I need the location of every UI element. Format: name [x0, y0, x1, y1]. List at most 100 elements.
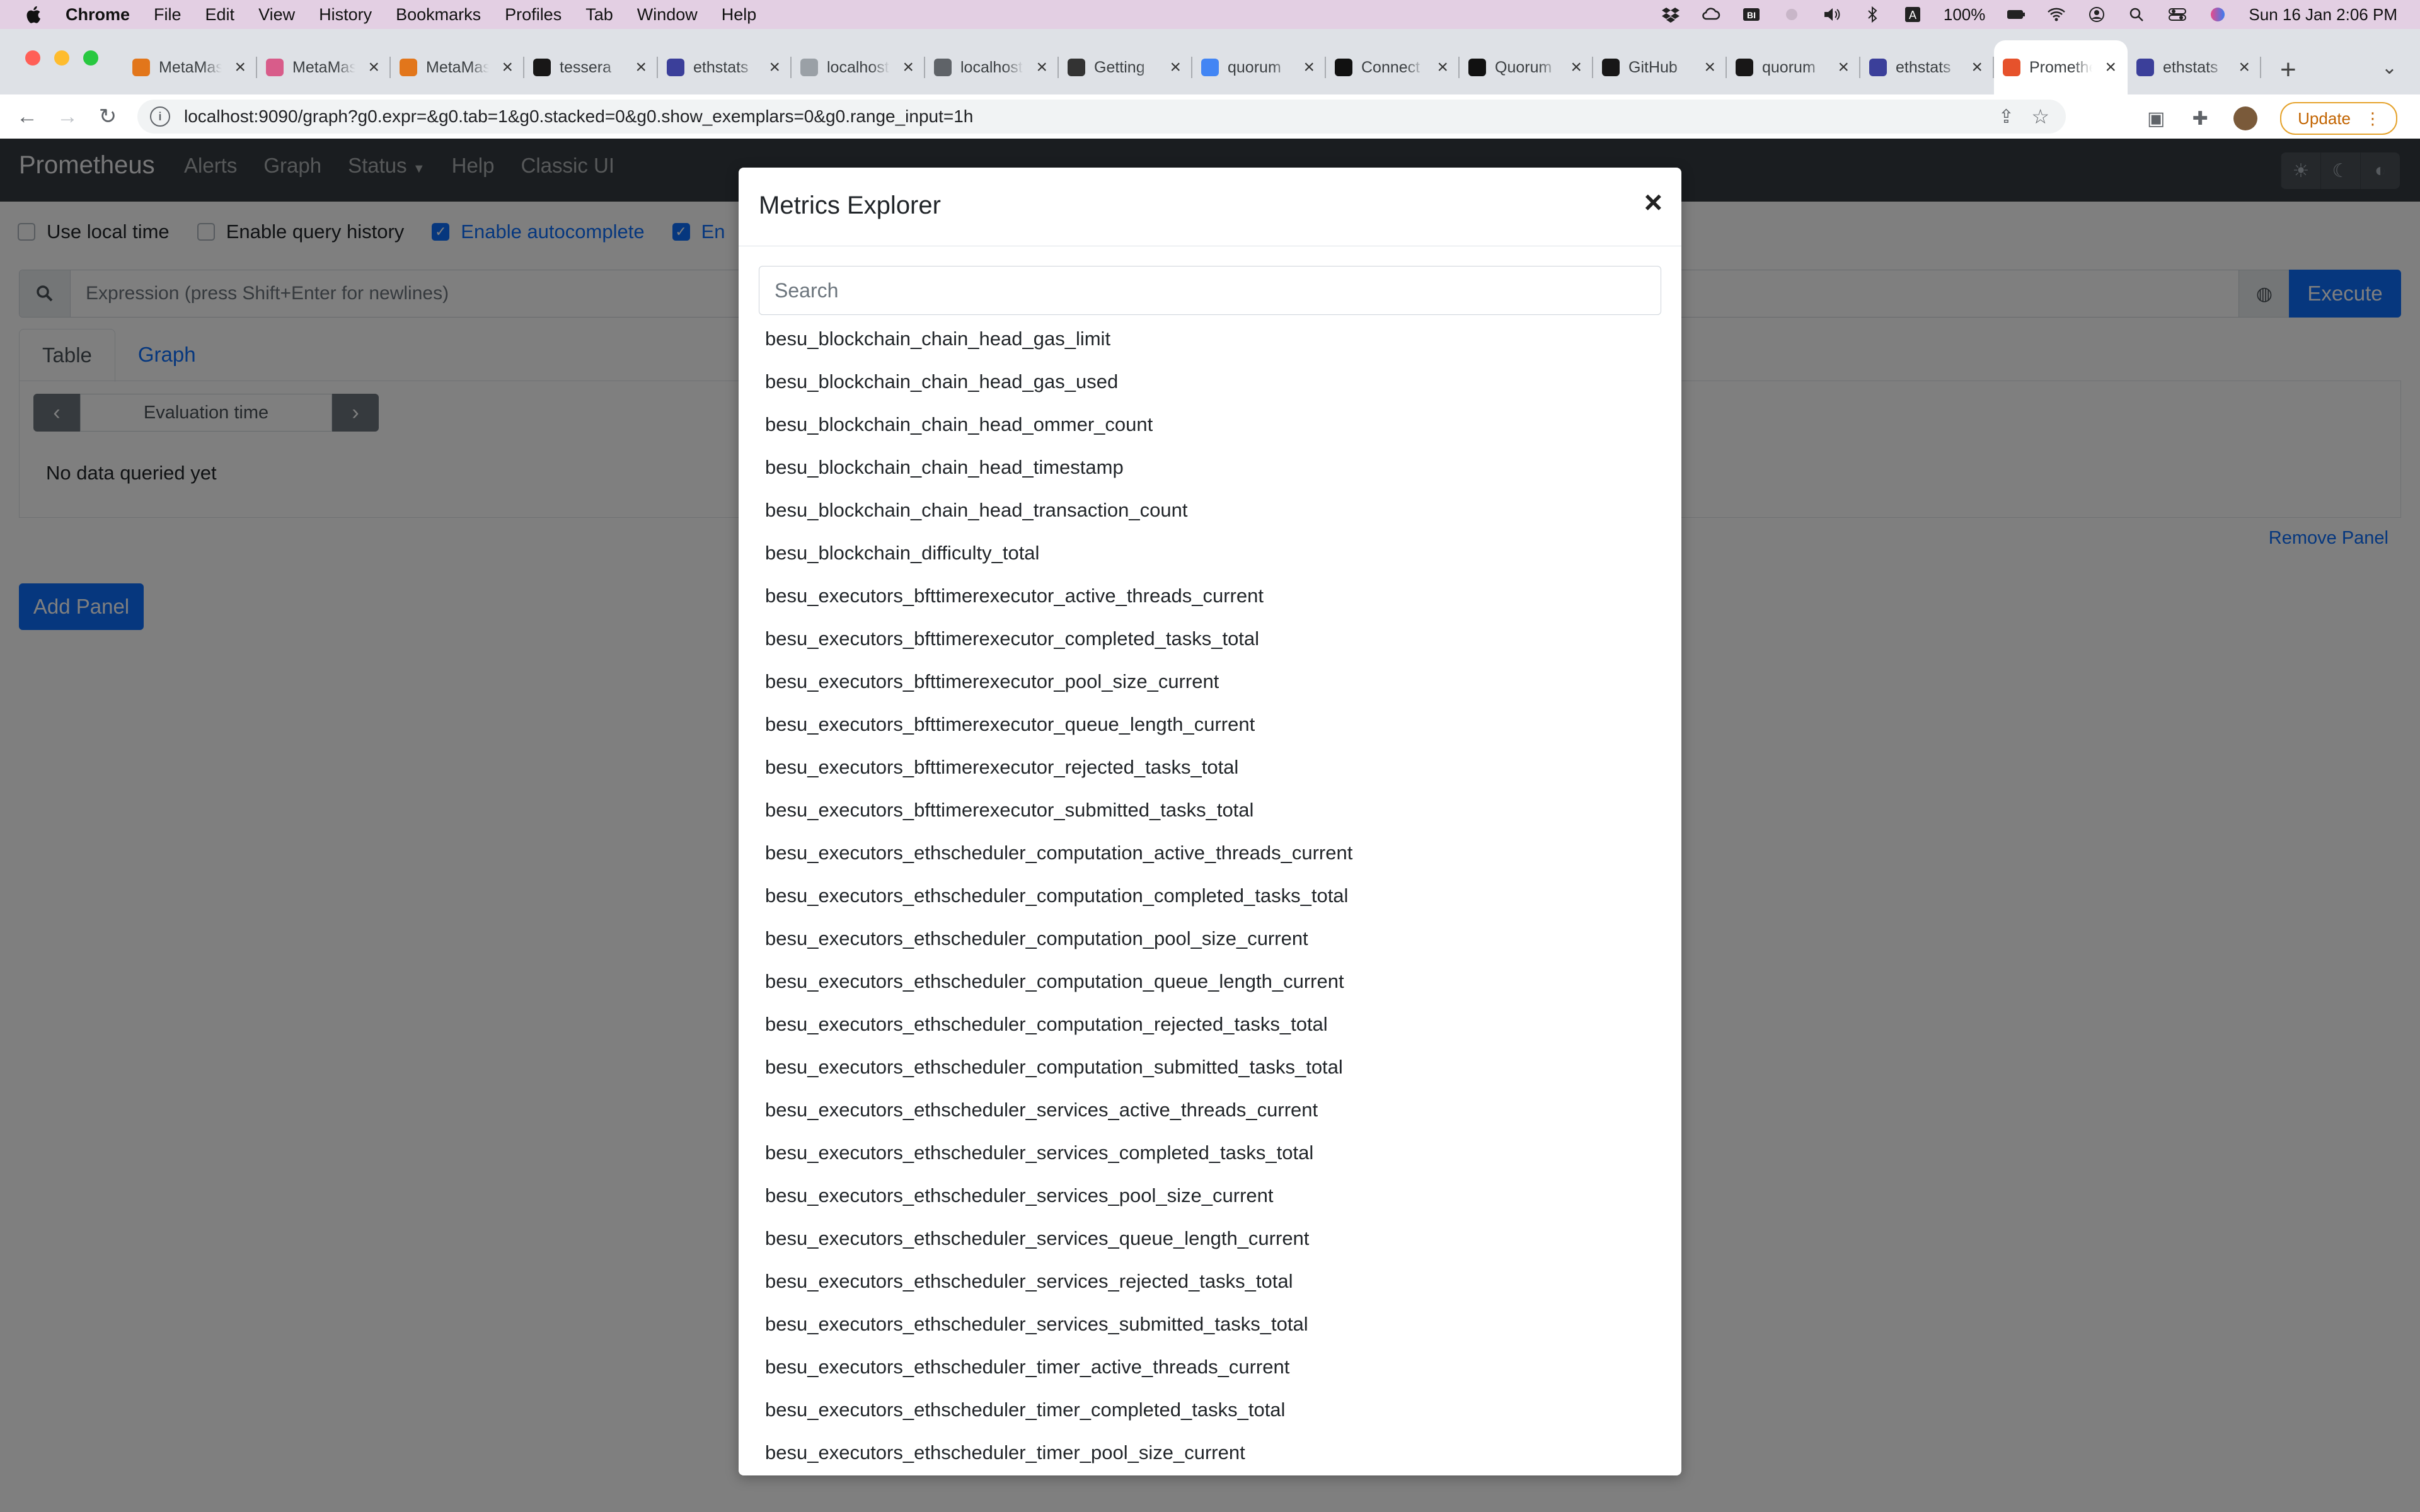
volume-icon[interactable] — [1823, 6, 1841, 23]
cloud-gear-icon[interactable] — [1702, 6, 1720, 23]
share-icon[interactable]: ⇪ — [1998, 106, 2014, 128]
browser-tab[interactable]: ethstats × — [2128, 40, 2261, 94]
menu-window[interactable]: Window — [637, 5, 698, 25]
keyboard-a-icon[interactable]: A — [1903, 6, 1922, 23]
site-info-icon[interactable]: i — [150, 106, 170, 127]
tab-close-icon[interactable]: × — [769, 57, 780, 78]
close-icon[interactable]: × — [1644, 186, 1662, 218]
tab-close-icon[interactable]: × — [2238, 57, 2250, 78]
metric-list-item[interactable]: besu_executors_bfttimerexecutor_active_t… — [765, 575, 1660, 617]
metric-list-item[interactable]: besu_blockchain_difficulty_total — [765, 532, 1660, 575]
browser-tab[interactable]: MetaMask × — [124, 40, 257, 94]
back-arrow-icon[interactable]: ← — [13, 102, 42, 131]
metrics-search-input[interactable] — [759, 266, 1661, 315]
tab-close-icon[interactable]: × — [368, 57, 379, 78]
metric-list-item[interactable]: besu_executors_ethscheduler_computation_… — [765, 917, 1660, 960]
metric-list-item[interactable]: besu_executors_bfttimerexecutor_submitte… — [765, 789, 1660, 832]
metric-list-item[interactable]: besu_executors_ethscheduler_services_que… — [765, 1217, 1660, 1260]
user-account-icon[interactable] — [2087, 6, 2106, 23]
zoom-window-button[interactable] — [83, 50, 98, 66]
forward-arrow-icon[interactable]: → — [53, 102, 82, 131]
metric-list-item[interactable]: besu_executors_bfttimerexecutor_complete… — [765, 617, 1660, 660]
menu-tab[interactable]: Tab — [585, 5, 613, 25]
spotlight-search-icon[interactable] — [2128, 6, 2146, 23]
browser-tab[interactable]: quorum × — [1727, 40, 1860, 94]
tab-close-icon[interactable]: × — [1170, 57, 1181, 78]
bookmark-star-icon[interactable]: ☆ — [2031, 105, 2049, 129]
tab-close-icon[interactable]: × — [502, 57, 513, 78]
extensions-puzzle-icon[interactable]: ✚ — [2189, 108, 2211, 129]
bi-icon[interactable]: BI — [1742, 6, 1761, 23]
metric-list-item[interactable]: besu_blockchain_chain_head_transaction_c… — [765, 489, 1660, 532]
metric-list-item[interactable]: besu_executors_ethscheduler_computation_… — [765, 874, 1660, 917]
reload-icon[interactable]: ↻ — [93, 102, 122, 131]
browser-tab[interactable]: tessera × — [524, 40, 658, 94]
profile-avatar[interactable] — [2233, 106, 2258, 130]
menu-bar-clock[interactable]: Sun 16 Jan 2:06 PM — [2249, 5, 2397, 25]
metric-list-item[interactable]: besu_executors_ethscheduler_computation_… — [765, 832, 1660, 874]
toggle-dot-icon[interactable] — [1782, 6, 1801, 23]
browser-tab[interactable]: GitHub × — [1593, 40, 1727, 94]
dropbox-icon[interactable] — [1661, 6, 1680, 23]
metric-list-item[interactable]: besu_blockchain_chain_head_ommer_count — [765, 403, 1660, 446]
browser-tab[interactable]: localhost × — [792, 40, 925, 94]
browser-tab[interactable]: localhost × — [925, 40, 1059, 94]
update-button[interactable]: Update ⋮ — [2280, 102, 2397, 135]
browser-tab[interactable]: Getting × — [1059, 40, 1192, 94]
metric-list-item[interactable]: besu_executors_ethscheduler_computation_… — [765, 1003, 1660, 1046]
new-tab-button[interactable]: + — [2280, 54, 2296, 86]
metric-list-item[interactable]: besu_executors_ethscheduler_computation_… — [765, 960, 1660, 1003]
battery-icon[interactable] — [2007, 6, 2025, 23]
metric-list-item[interactable]: besu_executors_bfttimerexecutor_rejected… — [765, 746, 1660, 789]
wifi-icon[interactable] — [2047, 6, 2066, 23]
menu-file[interactable]: File — [154, 5, 182, 25]
metric-list-item[interactable]: besu_executors_ethscheduler_services_com… — [765, 1131, 1660, 1174]
metric-list-item[interactable]: besu_executors_ethscheduler_services_sub… — [765, 1303, 1660, 1346]
extension-tabs-icon[interactable]: ▣ — [2145, 108, 2167, 129]
control-center-icon[interactable] — [2168, 6, 2187, 23]
browser-tab[interactable]: Quorum × — [1460, 40, 1593, 94]
tab-close-icon[interactable]: × — [902, 57, 914, 78]
metric-list-item[interactable]: besu_executors_ethscheduler_timer_pool_s… — [765, 1431, 1660, 1474]
menu-profiles[interactable]: Profiles — [505, 5, 562, 25]
menu-edit[interactable]: Edit — [205, 5, 235, 25]
metric-list-item[interactable]: besu_executors_ethscheduler_computation_… — [765, 1046, 1660, 1089]
browser-tab[interactable]: ethstats × — [658, 40, 792, 94]
metric-list-item[interactable]: besu_executors_ethscheduler_timer_comple… — [765, 1389, 1660, 1431]
browser-tab[interactable]: ethstats × — [1860, 40, 1994, 94]
close-window-button[interactable] — [25, 50, 40, 66]
metric-list-item[interactable]: besu_executors_ethscheduler_services_rej… — [765, 1260, 1660, 1303]
metric-list-item[interactable]: besu_executors_ethscheduler_timer_active… — [765, 1346, 1660, 1389]
tab-close-icon[interactable]: × — [234, 57, 246, 78]
tab-close-icon[interactable]: × — [1704, 57, 1715, 78]
tab-close-icon[interactable]: × — [1570, 57, 1582, 78]
metric-list-item[interactable]: besu_blockchain_chain_head_gas_limit — [765, 318, 1660, 360]
browser-tab[interactable]: Connect × — [1326, 40, 1460, 94]
app-menu-chrome[interactable]: Chrome — [66, 5, 130, 25]
menu-help[interactable]: Help — [722, 5, 757, 25]
tab-search-chevron-icon[interactable]: ⌄ — [2382, 57, 2397, 79]
tab-close-icon[interactable]: × — [1971, 57, 1983, 78]
tab-close-icon[interactable]: × — [1036, 57, 1047, 78]
menu-bookmarks[interactable]: Bookmarks — [396, 5, 481, 25]
bluetooth-icon[interactable] — [1863, 6, 1882, 23]
address-bar[interactable]: i localhost:9090/graph?g0.expr=&g0.tab=1… — [137, 100, 2066, 134]
browser-tab[interactable]: quorum × — [1192, 40, 1326, 94]
tab-close-icon[interactable]: × — [635, 57, 647, 78]
browser-tab[interactable]: Prometheus × — [1994, 40, 2128, 94]
metric-list-item[interactable]: besu_blockchain_chain_head_gas_used — [765, 360, 1660, 403]
menu-view[interactable]: View — [258, 5, 295, 25]
browser-tab[interactable]: MetaMask × — [391, 40, 524, 94]
tab-close-icon[interactable]: × — [1437, 57, 1448, 78]
minimize-window-button[interactable] — [54, 50, 69, 66]
siri-icon[interactable] — [2208, 6, 2227, 23]
menu-history[interactable]: History — [319, 5, 372, 25]
browser-tab[interactable]: MetaMask × — [257, 40, 391, 94]
apple-icon[interactable] — [24, 4, 42, 25]
metric-list-item[interactable]: besu_executors_ethscheduler_services_poo… — [765, 1174, 1660, 1217]
tab-close-icon[interactable]: × — [1838, 57, 1849, 78]
metric-list-item[interactable]: besu_executors_bfttimerexecutor_queue_le… — [765, 703, 1660, 746]
tab-close-icon[interactable]: × — [1303, 57, 1315, 78]
tab-close-icon[interactable]: × — [2105, 57, 2116, 78]
metric-list-item[interactable]: besu_blockchain_chain_head_timestamp — [765, 446, 1660, 489]
